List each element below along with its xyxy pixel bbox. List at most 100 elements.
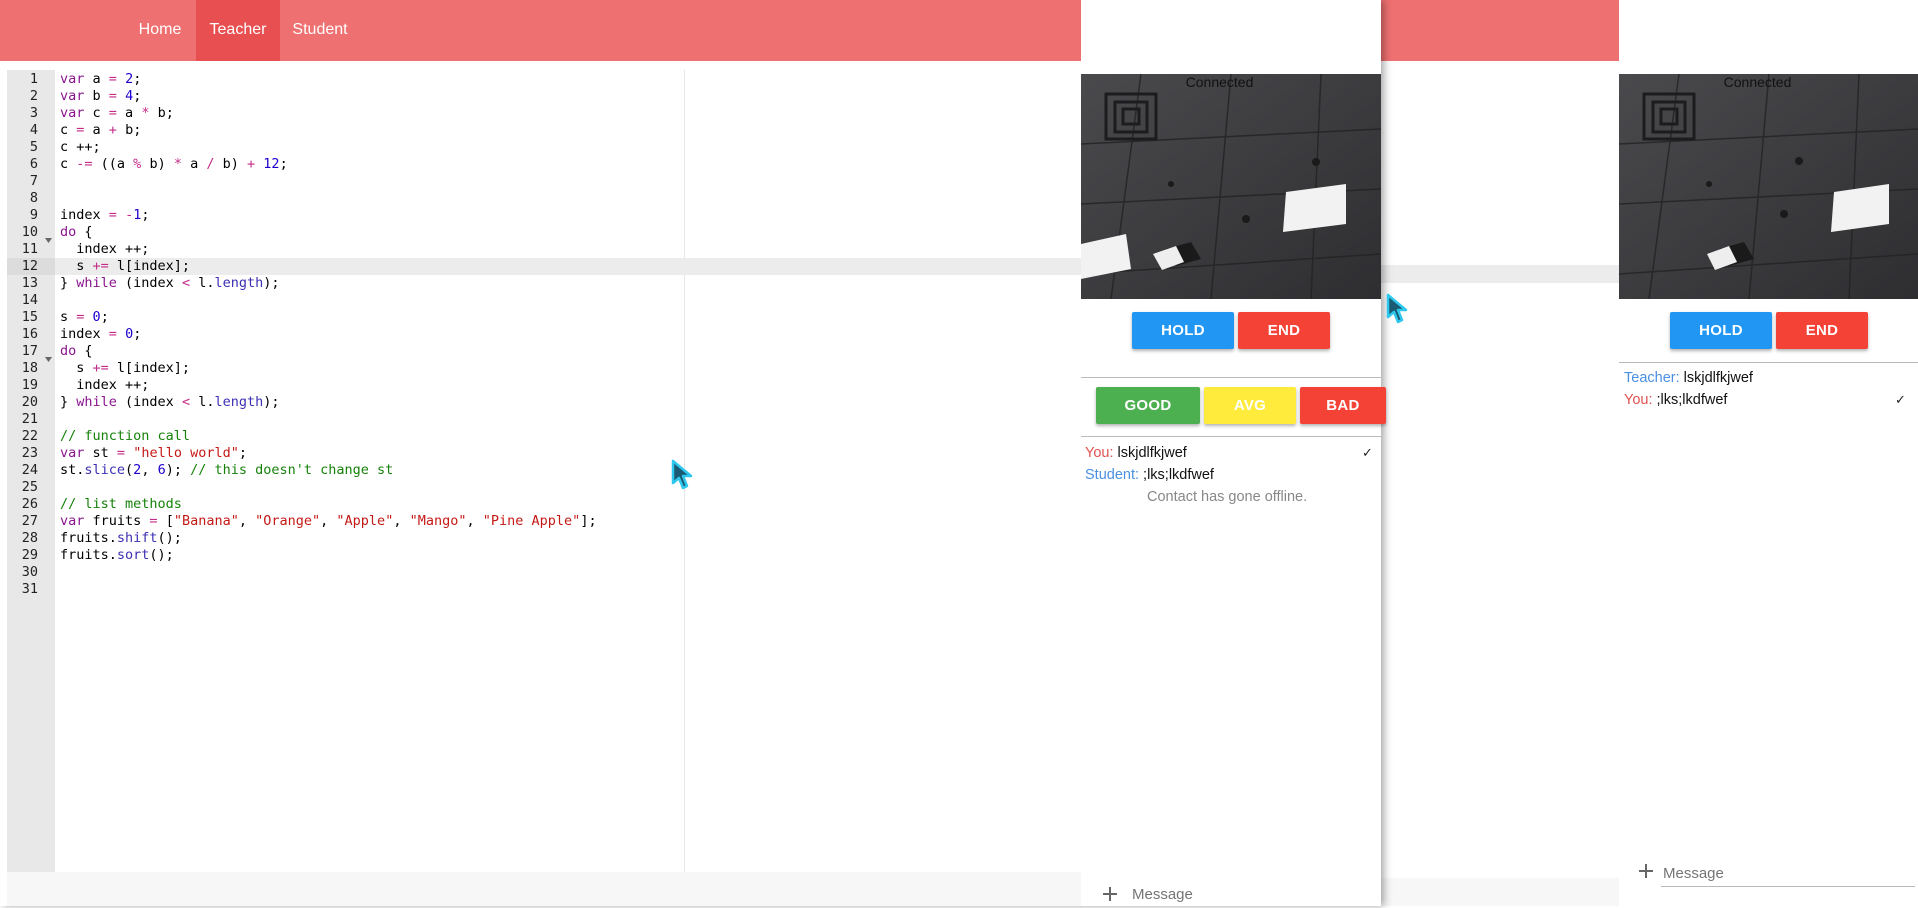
student-video-feed	[1619, 74, 1918, 299]
line-number: 30	[21, 564, 38, 580]
teacher-message-input[interactable]	[1130, 882, 1374, 906]
rating-bad-button[interactable]: BAD	[1300, 387, 1386, 424]
line-number: 13	[21, 275, 38, 291]
nav-home[interactable]: Home	[130, 0, 190, 61]
code-line[interactable]: c = a + b;	[60, 122, 141, 139]
code-lines[interactable]: var a = 2; var b = 4; var c = a * b; c = a …	[60, 70, 1080, 872]
line-number: 23	[21, 445, 38, 461]
code-line[interactable]: var b = 4;	[60, 88, 141, 105]
teacher-panel: CodeLab Connected HOLD END GOOD AVG BAD …	[1081, 0, 1386, 906]
code-line[interactable]: var st = "hello world";	[60, 445, 247, 462]
teacher-brand: CodeLab	[1123, 11, 1249, 46]
code-editor[interactable]: 1 2 3 4 5 6 7 8 9 10 11 12 13 14 15 16 17 18 19 20 21 22 23 24 2…	[7, 70, 1081, 872]
plus-icon[interactable]	[1637, 862, 1655, 880]
student-video: Connected	[1619, 74, 1918, 299]
code-line[interactable]: s += l[index];	[60, 258, 190, 275]
teacher-chat-text: ;lks;lkdfwef	[1143, 467, 1214, 483]
code-line[interactable]: do {	[60, 224, 93, 241]
line-number: 17	[21, 343, 38, 359]
student-chat-sender: You:	[1624, 392, 1653, 408]
cursor-icon	[1386, 293, 1410, 325]
code-line[interactable]: var fruits = ["Banana", "Orange", "Apple…	[60, 513, 597, 530]
student-divider	[1619, 362, 1918, 363]
teacher-divider	[1081, 436, 1381, 437]
teacher-chat-sender: Student:	[1085, 467, 1140, 483]
teacher-chat-message: Student: ;lks;lkdfwef	[1085, 467, 1214, 483]
code-line[interactable]: index = -1;	[60, 207, 149, 224]
rating-avg-button[interactable]: AVG	[1204, 387, 1296, 424]
code-line[interactable]: // function call	[60, 428, 190, 445]
line-number: 18	[21, 360, 38, 376]
student-end-button[interactable]: END	[1776, 312, 1868, 349]
code-line[interactable]: // list methods	[60, 496, 182, 513]
code-line[interactable]: index ++;	[60, 377, 149, 394]
editor-footer	[7, 872, 1081, 906]
check-icon: ✓	[1362, 445, 1373, 460]
line-number: 26	[21, 496, 38, 512]
student-chat-sender: Teacher:	[1624, 370, 1680, 386]
line-number: 3	[29, 105, 38, 121]
code-line[interactable]: index = 0;	[60, 326, 141, 343]
line-number: 19	[21, 377, 38, 393]
student-message-input[interactable]	[1661, 860, 1915, 887]
line-number: 21	[21, 411, 38, 427]
code-line[interactable]: c -= ((a % b) * a / b) + 12;	[60, 156, 288, 173]
teacher-video: Connected	[1081, 74, 1381, 299]
line-number: 29	[21, 547, 38, 563]
code-line[interactable]: s = 0;	[60, 309, 109, 326]
teacher-video-feed	[1081, 74, 1381, 299]
code-line[interactable]: var c = a * b;	[60, 105, 174, 122]
teacher-chat-message: You: lskjdlfkjwef	[1085, 445, 1187, 461]
cursor-icon	[671, 459, 695, 491]
line-number: 7	[29, 173, 38, 189]
nav-student[interactable]: Student	[285, 0, 355, 61]
line-number: 14	[21, 292, 38, 308]
teacher-end-button[interactable]: END	[1238, 312, 1330, 349]
code-line[interactable]: var a = 2;	[60, 71, 141, 88]
rating-good-button[interactable]: GOOD	[1096, 387, 1200, 424]
line-number: 11	[21, 241, 38, 257]
code-line[interactable]: } while (index < l.length);	[60, 394, 280, 411]
line-number: 1	[29, 71, 38, 87]
teacher-hold-button[interactable]: HOLD	[1132, 312, 1234, 349]
code-line[interactable]: fruits.sort();	[60, 547, 174, 564]
line-number: 12	[21, 258, 38, 274]
student-panel: CodeLab Connected HOLD END Teacher: lskj…	[1619, 0, 1918, 906]
code-line[interactable]: st.slice(2, 6); // this doesn't change s…	[60, 462, 393, 479]
code-line[interactable]: c ++;	[60, 139, 101, 156]
line-number: 5	[29, 139, 38, 155]
code-line[interactable]: do {	[60, 343, 93, 360]
nav-teacher[interactable]: Teacher	[196, 0, 280, 61]
line-number: 10	[21, 224, 38, 240]
code-line[interactable]: s += l[index];	[60, 360, 190, 377]
student-chat-message: Teacher: lskjdlfkjwef	[1624, 370, 1753, 386]
line-number: 4	[29, 122, 38, 138]
code-line[interactable]: index ++;	[60, 241, 149, 258]
teacher-video-status: Connected	[1185, 74, 1254, 90]
offline-notice: Contact has gone offline.	[1147, 489, 1308, 505]
teacher-chat-text: lskjdlfkjwef	[1117, 445, 1187, 461]
line-number: 15	[21, 309, 38, 325]
line-number: 8	[29, 190, 38, 206]
line-number: 28	[21, 530, 38, 546]
line-number: 20	[21, 394, 38, 410]
line-number: 6	[29, 156, 38, 172]
student-chat-message: You: ;lks;lkdfwef	[1624, 392, 1727, 408]
teacher-divider	[1081, 377, 1381, 378]
fold-arrow-icon[interactable]	[45, 230, 52, 248]
student-hold-button[interactable]: HOLD	[1670, 312, 1772, 349]
fold-arrow-icon[interactable]	[45, 349, 52, 367]
line-numbers: 1 2 3 4 5 6 7 8 9 10 11 12 13 14 15 16 17 18 19 20 21 22 23 24 2…	[7, 70, 55, 872]
line-number: 31	[21, 581, 38, 597]
teacher-chat-sender: You:	[1085, 445, 1114, 461]
check-icon: ✓	[1895, 392, 1906, 407]
student-chat-text: lskjdlfkjwef	[1683, 370, 1753, 386]
code-line[interactable]: } while (index < l.length);	[60, 275, 280, 292]
line-number: 24	[21, 462, 38, 478]
line-number: 22	[21, 428, 38, 444]
teacher-window: Home Teacher Student 1 2 3 4 5 6 7 8 9 10 11 12 13 14…	[0, 0, 1386, 906]
student-video-status: Connected	[1723, 74, 1792, 90]
plus-icon[interactable]	[1101, 885, 1119, 903]
line-number: 2	[29, 88, 38, 104]
code-line[interactable]: fruits.shift();	[60, 530, 182, 547]
